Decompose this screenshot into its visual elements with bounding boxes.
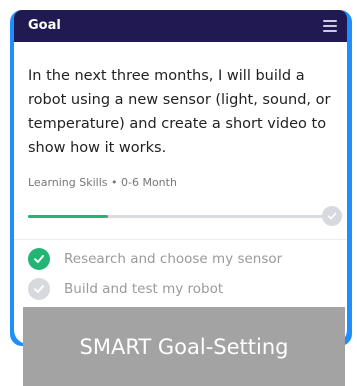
goal-card: Goal In the next three months, I will bu… xyxy=(14,10,347,344)
caption-banner: SMART Goal-Setting xyxy=(23,307,345,386)
progress-fill xyxy=(28,215,108,218)
progress-complete-check-icon xyxy=(322,206,342,226)
task-label: Build and test my robot xyxy=(64,281,224,297)
card-header: Goal xyxy=(14,10,347,42)
task-item-research[interactable]: Research and choose my sensor xyxy=(28,248,282,270)
task-label: Research and choose my sensor xyxy=(64,251,283,267)
progress-bar xyxy=(28,215,324,218)
goal-text: In the next three months, I will build a… xyxy=(28,68,331,156)
task-item-build[interactable]: Build and test my robot xyxy=(28,278,223,300)
header-title: Goal xyxy=(28,18,61,33)
check-pending-icon[interactable] xyxy=(28,278,50,300)
hamburger-menu-icon[interactable] xyxy=(323,20,337,32)
goal-meta: Learning Skills • 0-6 Month xyxy=(28,176,177,189)
divider xyxy=(14,239,347,240)
check-done-icon[interactable] xyxy=(28,248,50,270)
